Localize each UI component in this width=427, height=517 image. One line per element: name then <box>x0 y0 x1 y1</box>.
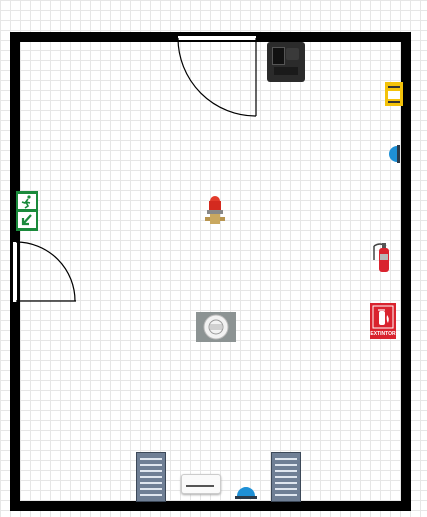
server-rack-left-icon <box>136 452 166 502</box>
air-conditioner-icon <box>181 474 221 494</box>
extintor-sign-icon: EXTINTOR <box>370 303 396 339</box>
server-rack-right-icon <box>271 452 301 502</box>
beacon-floor-icon <box>235 487 257 499</box>
wall-bottom <box>10 501 411 511</box>
extintor-sign-label: EXTINTOR <box>370 331 396 337</box>
access-control-panel-icon <box>267 42 305 82</box>
warning-sign-icon <box>385 82 403 106</box>
fire-extinguisher-icon <box>373 243 389 272</box>
emergency-exit-sign-icon <box>16 191 38 231</box>
smoke-detector-icon <box>196 312 236 342</box>
door-left[interactable] <box>16 240 80 306</box>
beacon-wall-icon <box>389 145 400 163</box>
door-top[interactable] <box>176 38 260 120</box>
strobe-siren-icon <box>205 196 225 224</box>
